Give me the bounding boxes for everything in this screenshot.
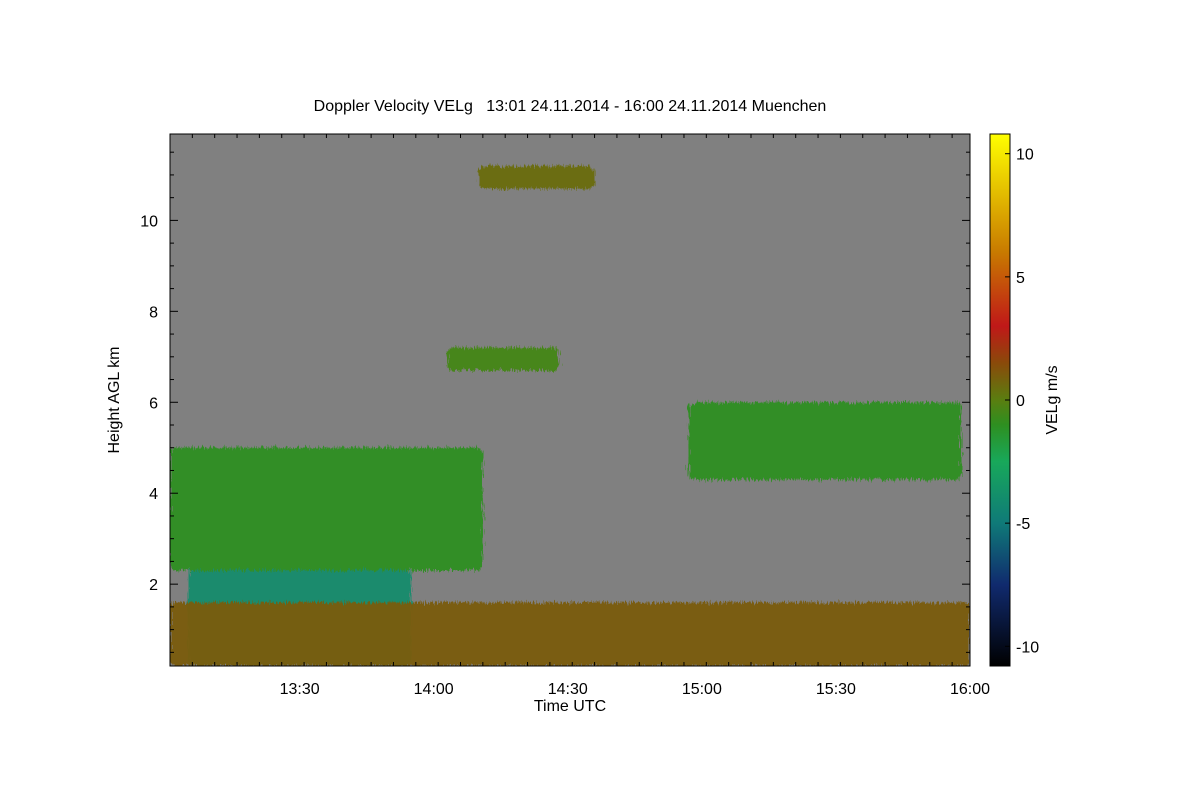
colorbar-tick-label: 5 (1016, 270, 1025, 287)
y-tick-label: 6 (149, 395, 158, 412)
echo-cirrus-11-km (478, 165, 595, 189)
colorbar-tick-label: -10 (1016, 639, 1039, 656)
colorbar-label: VELg m/s (1044, 365, 1061, 435)
echo-cloud-5-km (688, 402, 962, 480)
chart-canvas: 13:30 14:00 14:30 15:00 15:30 16:00 2 4 6 8 10 10… (140, 133, 1039, 698)
colorbar-tick-label: -5 (1016, 516, 1030, 533)
y-tick-label: 8 (149, 304, 158, 321)
colorbar-tick-label: 10 (1016, 147, 1034, 164)
echo-boundary-layer (170, 602, 970, 666)
x-axis-label: Time UTC (533, 698, 607, 715)
doppler-velocity-figure: Doppler Velocity VELg 13:01 24.11.2014 -… (0, 0, 1200, 800)
y-tick-label: 2 (149, 577, 158, 594)
y-tick-label: 10 (140, 213, 158, 230)
x-tick-label: 15:30 (816, 681, 856, 698)
x-tick-label: 14:30 (548, 681, 588, 698)
x-tick-label: 16:00 (950, 681, 990, 698)
y-tick-label: 4 (149, 486, 158, 503)
x-tick-label: 13:30 (280, 681, 320, 698)
x-tick-label: 14:00 (414, 681, 454, 698)
x-tick-label: 15:00 (682, 681, 722, 698)
y-axis-label: Height AGL km (106, 346, 123, 454)
echo-precipitating-cloud (170, 447, 483, 571)
echo-cloud-7-km (447, 347, 559, 371)
colorbar-tick-label: 0 (1016, 393, 1025, 410)
